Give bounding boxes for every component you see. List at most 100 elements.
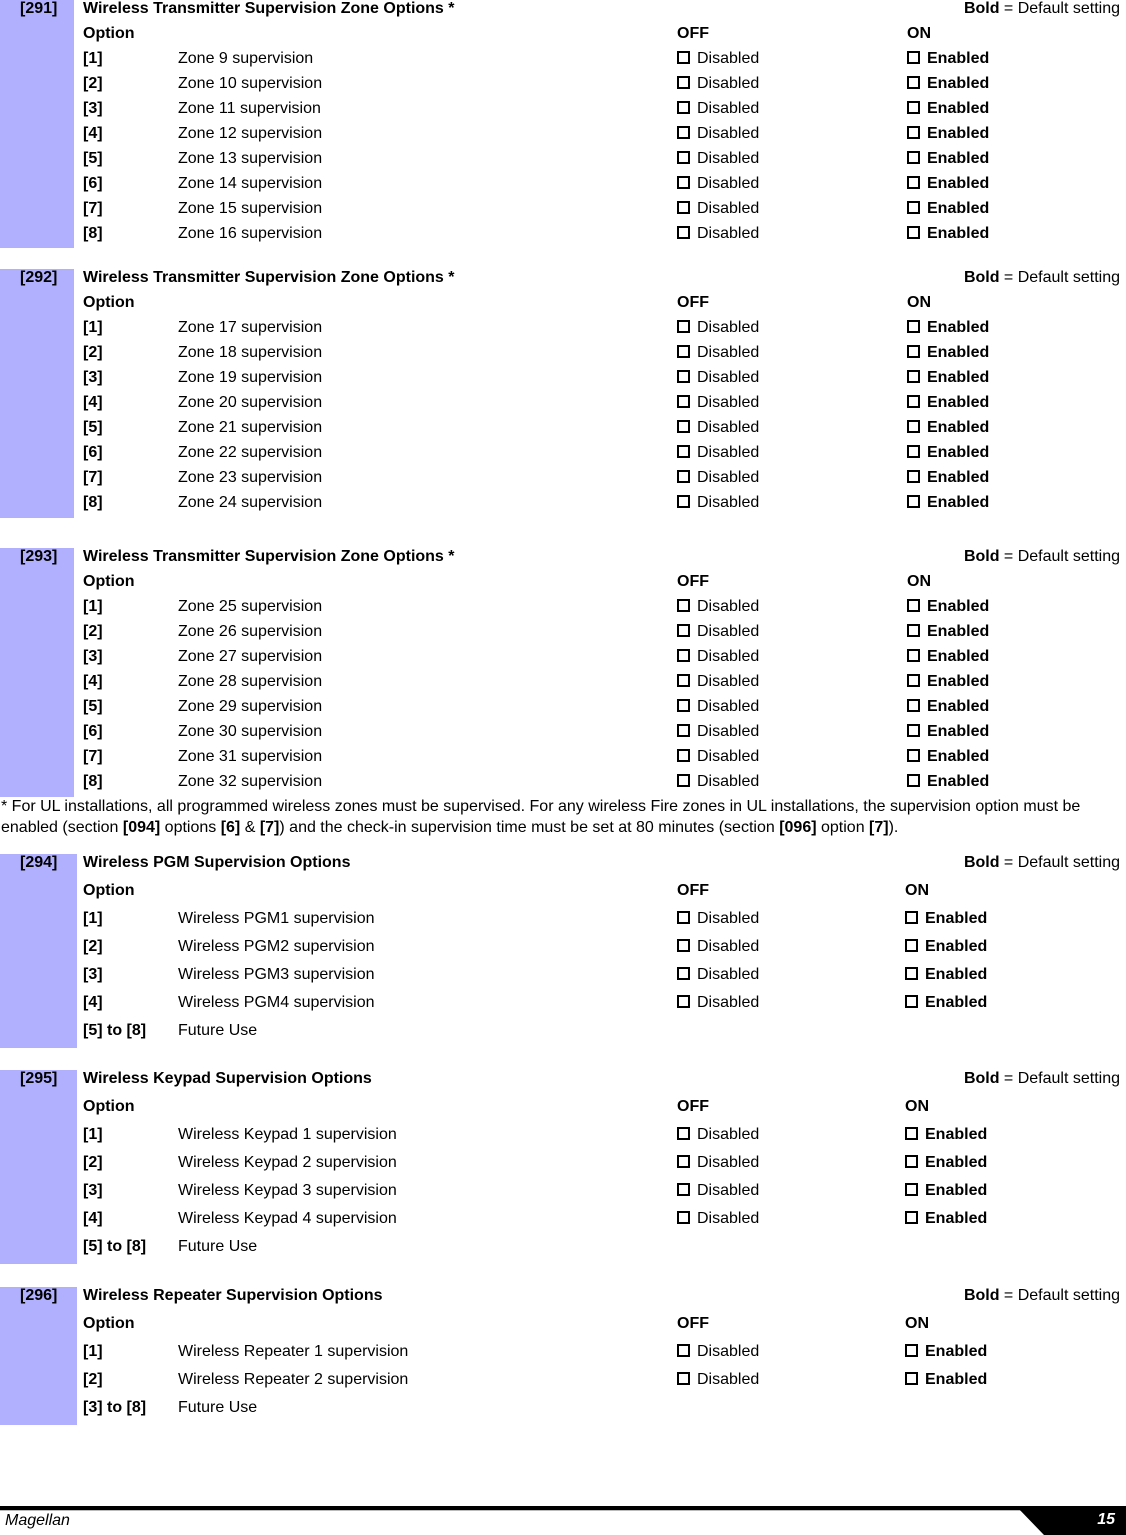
checkbox-icon[interactable] — [677, 1183, 690, 1196]
checkbox-icon[interactable] — [677, 445, 690, 458]
off-choice[interactable]: Disabled — [677, 100, 759, 118]
off-choice[interactable]: Disabled — [677, 75, 759, 93]
checkbox-icon[interactable] — [677, 599, 690, 612]
off-choice[interactable]: Disabled — [677, 225, 759, 243]
checkbox-icon[interactable] — [677, 995, 690, 1008]
off-choice[interactable]: Disabled — [677, 444, 759, 462]
on-choice[interactable]: Enabled — [907, 125, 989, 143]
checkbox-icon[interactable] — [677, 395, 690, 408]
off-choice[interactable]: Disabled — [677, 419, 759, 437]
checkbox-icon[interactable] — [677, 939, 690, 952]
checkbox-icon[interactable] — [677, 967, 690, 980]
off-choice[interactable]: Disabled — [677, 125, 759, 143]
checkbox-icon[interactable] — [677, 724, 690, 737]
on-choice[interactable]: Enabled — [907, 773, 989, 791]
checkbox-icon[interactable] — [907, 101, 920, 114]
checkbox-icon[interactable] — [677, 911, 690, 924]
checkbox-icon[interactable] — [677, 699, 690, 712]
off-choice[interactable]: Disabled — [677, 1371, 759, 1389]
checkbox-icon[interactable] — [907, 495, 920, 508]
on-choice[interactable]: Enabled — [907, 469, 989, 487]
on-choice[interactable]: Enabled — [907, 75, 989, 93]
checkbox-icon[interactable] — [907, 51, 920, 64]
checkbox-icon[interactable] — [677, 1155, 690, 1168]
off-choice[interactable]: Disabled — [677, 1210, 759, 1228]
off-choice[interactable]: Disabled — [677, 698, 759, 716]
on-choice[interactable]: Enabled — [905, 1210, 987, 1228]
off-choice[interactable]: Disabled — [677, 748, 759, 766]
checkbox-icon[interactable] — [677, 201, 690, 214]
on-choice[interactable]: Enabled — [907, 175, 989, 193]
on-choice[interactable]: Enabled — [905, 938, 987, 956]
on-choice[interactable]: Enabled — [907, 673, 989, 691]
checkbox-icon[interactable] — [905, 1155, 918, 1168]
off-choice[interactable]: Disabled — [677, 369, 759, 387]
checkbox-icon[interactable] — [907, 226, 920, 239]
checkbox-icon[interactable] — [907, 624, 920, 637]
checkbox-icon[interactable] — [677, 151, 690, 164]
off-choice[interactable]: Disabled — [677, 598, 759, 616]
checkbox-icon[interactable] — [907, 345, 920, 358]
checkbox-icon[interactable] — [905, 1344, 918, 1357]
off-choice[interactable]: Disabled — [677, 1182, 759, 1200]
checkbox-icon[interactable] — [677, 1127, 690, 1140]
off-choice[interactable]: Disabled — [677, 319, 759, 337]
off-choice[interactable]: Disabled — [677, 966, 759, 984]
off-choice[interactable]: Disabled — [677, 200, 759, 218]
checkbox-icon[interactable] — [907, 395, 920, 408]
on-choice[interactable]: Enabled — [907, 319, 989, 337]
checkbox-icon[interactable] — [677, 226, 690, 239]
off-choice[interactable]: Disabled — [677, 623, 759, 641]
checkbox-icon[interactable] — [677, 1372, 690, 1385]
checkbox-icon[interactable] — [907, 445, 920, 458]
checkbox-icon[interactable] — [907, 724, 920, 737]
checkbox-icon[interactable] — [905, 939, 918, 952]
off-choice[interactable]: Disabled — [677, 1343, 759, 1361]
checkbox-icon[interactable] — [907, 151, 920, 164]
off-choice[interactable]: Disabled — [677, 910, 759, 928]
checkbox-icon[interactable] — [907, 649, 920, 662]
checkbox-icon[interactable] — [677, 624, 690, 637]
checkbox-icon[interactable] — [905, 995, 918, 1008]
checkbox-icon[interactable] — [677, 420, 690, 433]
on-choice[interactable]: Enabled — [907, 150, 989, 168]
on-choice[interactable]: Enabled — [905, 1343, 987, 1361]
checkbox-icon[interactable] — [677, 674, 690, 687]
on-choice[interactable]: Enabled — [907, 698, 989, 716]
checkbox-icon[interactable] — [677, 176, 690, 189]
on-choice[interactable]: Enabled — [907, 648, 989, 666]
on-choice[interactable]: Enabled — [905, 1154, 987, 1172]
on-choice[interactable]: Enabled — [907, 419, 989, 437]
checkbox-icon[interactable] — [677, 320, 690, 333]
on-choice[interactable]: Enabled — [907, 623, 989, 641]
on-choice[interactable]: Enabled — [905, 910, 987, 928]
checkbox-icon[interactable] — [677, 470, 690, 483]
checkbox-icon[interactable] — [907, 774, 920, 787]
checkbox-icon[interactable] — [907, 76, 920, 89]
checkbox-icon[interactable] — [907, 749, 920, 762]
off-choice[interactable]: Disabled — [677, 773, 759, 791]
on-choice[interactable]: Enabled — [907, 598, 989, 616]
checkbox-icon[interactable] — [677, 51, 690, 64]
on-choice[interactable]: Enabled — [907, 444, 989, 462]
checkbox-icon[interactable] — [905, 1372, 918, 1385]
on-choice[interactable]: Enabled — [905, 1371, 987, 1389]
checkbox-icon[interactable] — [907, 320, 920, 333]
checkbox-icon[interactable] — [907, 370, 920, 383]
checkbox-icon[interactable] — [677, 126, 690, 139]
on-choice[interactable]: Enabled — [907, 723, 989, 741]
off-choice[interactable]: Disabled — [677, 938, 759, 956]
checkbox-icon[interactable] — [907, 126, 920, 139]
on-choice[interactable]: Enabled — [907, 494, 989, 512]
checkbox-icon[interactable] — [907, 599, 920, 612]
on-choice[interactable]: Enabled — [907, 369, 989, 387]
on-choice[interactable]: Enabled — [907, 748, 989, 766]
on-choice[interactable]: Enabled — [907, 394, 989, 412]
checkbox-icon[interactable] — [677, 370, 690, 383]
on-choice[interactable]: Enabled — [907, 200, 989, 218]
checkbox-icon[interactable] — [907, 201, 920, 214]
checkbox-icon[interactable] — [677, 495, 690, 508]
on-choice[interactable]: Enabled — [905, 1126, 987, 1144]
checkbox-icon[interactable] — [905, 967, 918, 980]
checkbox-icon[interactable] — [905, 911, 918, 924]
